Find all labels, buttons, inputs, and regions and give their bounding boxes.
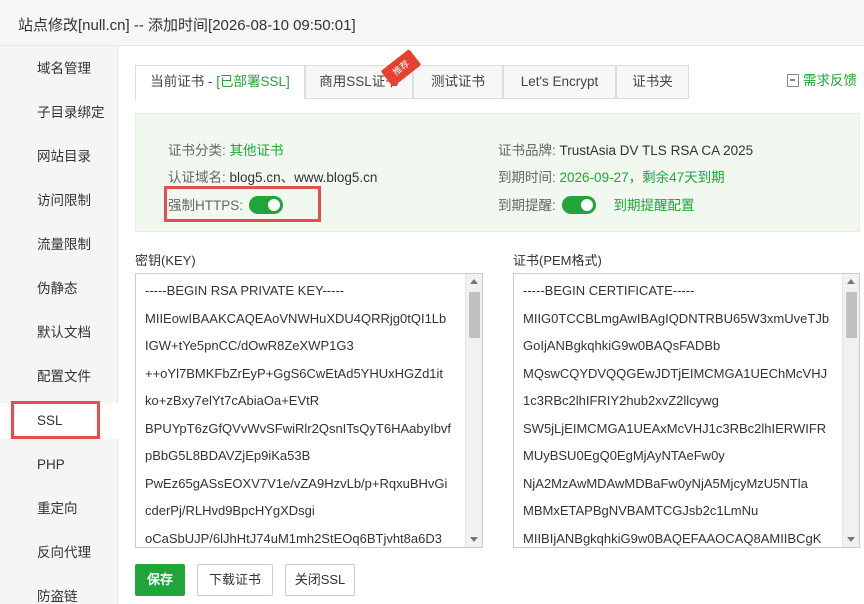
key-line: IGW+tYe5pnCC/dOwR8ZeXWP1G3: [145, 338, 354, 353]
sidebar: 域名管理 子目录绑定 网站目录 访问限制 流量限制 伪静态 默认文档 配置文件 …: [0, 46, 118, 604]
key-scrollbar[interactable]: [465, 274, 482, 547]
key-line: MIIEowIBAAKCAQEAoVNWHuXDU4QRRjg0tQI1Lb: [145, 310, 447, 326]
sidebar-item-site-dir[interactable]: 网站目录: [0, 139, 118, 175]
expire-remind-toggle[interactable]: [561, 196, 596, 214]
force-https-highlight-box: [164, 186, 321, 222]
cert-expire-label: 到期时间:: [498, 170, 556, 185]
cert-label: 证书(PEM格式): [513, 253, 602, 268]
key-label: 密钥(KEY): [135, 253, 196, 268]
cert-line: MBMxETAPBgNVBAMTCGJsb2c1LmNu: [523, 503, 759, 518]
ssl-highlight-box: [11, 401, 100, 439]
tab-current-cert-status: [已部署SSL]: [216, 74, 290, 89]
sidebar-item-rewrite[interactable]: 伪静态: [0, 271, 118, 307]
cert-brand: 证书品牌: TrustAsia DV TLS RSA CA 2025: [498, 139, 753, 159]
cert-category: 证书分类: 其他证书: [168, 139, 284, 159]
cert-line: SW5jLjEIMCMGA1UEAxMcVHJ1c3RBc2lhIERWIFR: [523, 420, 827, 436]
feedback-label: 需求反馈: [803, 73, 857, 88]
sidebar-item-traffic-limit[interactable]: 流量限制: [0, 227, 118, 263]
cert-expire: 到期时间: 2026-09-27，剩余47天到期: [498, 166, 725, 186]
cert-expire-value: 2026-09-27，剩余47天到期: [559, 170, 725, 185]
sidebar-item-redirect[interactable]: 重定向: [0, 491, 118, 527]
cert-brand-label: 证书品牌:: [498, 143, 556, 158]
cert-line: 1c3RBc2lhIFRIY2hub2xvZ2llcywg: [523, 393, 719, 408]
cert-line: GoIjANBgkqhkiG9w0BAQsFADBb: [523, 338, 721, 353]
tab-current-cert[interactable]: 当前证书 - [已部署SSL]: [135, 65, 305, 100]
sidebar-item-reverse-proxy[interactable]: 反向代理: [0, 535, 118, 571]
expire-remind: 到期提醒: 到期提醒配置: [498, 194, 695, 214]
key-textarea[interactable]: -----BEGIN RSA PRIVATE KEY----- MIIEowIB…: [135, 273, 483, 548]
cert-category-value: 其他证书: [229, 143, 284, 158]
window-title: 站点修改[null.cn] -- 添加时间[2026-08-10 09:50:0…: [18, 17, 356, 34]
sidebar-item-domain[interactable]: 域名管理: [0, 51, 118, 87]
scroll-up-icon[interactable]: [847, 279, 855, 284]
cert-domains: 认证域名: blog5.cn、www.blog5.cn: [168, 166, 377, 186]
expire-remind-config-link[interactable]: 到期提醒配置: [614, 198, 695, 213]
expire-remind-label: 到期提醒:: [498, 198, 556, 213]
cert-domains-value: blog5.cn、www.blog5.cn: [229, 170, 378, 185]
sidebar-item-default-doc[interactable]: 默认文档: [0, 315, 118, 351]
sidebar-item-php[interactable]: PHP: [0, 447, 118, 483]
edit-icon: [787, 74, 799, 87]
sidebar-item-subdir[interactable]: 子目录绑定: [0, 95, 118, 131]
cert-scrollbar-thumb[interactable]: [846, 292, 857, 338]
cert-scrollbar[interactable]: [842, 274, 859, 547]
tab-cert-folder[interactable]: 证书夹: [616, 65, 689, 99]
sidebar-item-hotlink[interactable]: 防盗链: [0, 579, 118, 604]
key-line: -----BEGIN RSA PRIVATE KEY-----: [145, 283, 345, 298]
key-line: ko+zBxy7elYt7cAbiaOa+EVtR: [145, 393, 320, 408]
tab-current-cert-label: 当前证书 -: [150, 74, 217, 89]
scroll-down-icon[interactable]: [847, 537, 855, 542]
cert-line: MQswCQYDVQQGEwJDTjEIMCMGA1UEChMcVHJ: [523, 365, 828, 381]
scroll-down-icon[interactable]: [470, 537, 478, 542]
key-line: BPUYpT6zGfQVvWvSFwiRlr2QsnITsQyT6HAabyIb…: [145, 420, 452, 436]
cert-brand-value: TrustAsia DV TLS RSA CA 2025: [559, 143, 754, 158]
cert-line: -----BEGIN CERTIFICATE-----: [523, 283, 695, 298]
scroll-up-icon[interactable]: [470, 279, 478, 284]
cert-category-label: 证书分类:: [168, 143, 226, 158]
key-line: PwEz65gASsEOXV7V1e/vZA9HzvLb/p+RqxuBHvGi: [145, 475, 448, 491]
cert-domains-label: 认证域名:: [168, 170, 226, 185]
feedback-link[interactable]: 需求反馈: [787, 69, 857, 89]
tab-lets-encrypt[interactable]: Let's Encrypt: [503, 65, 616, 99]
cert-line: NjA2MzAwMDAwMDBaFw0yNjA5MjcyMzU5NTla: [523, 475, 808, 491]
cert-line: MIIG0TCCBLmgAwIBAgIQDNTRBU65W3xmUveTJb: [523, 310, 830, 326]
key-line: ++oYl7BMKFbZrEyP+GgS6CwEtAd5YHUxHGZd1it: [145, 365, 444, 381]
cert-textarea[interactable]: -----BEGIN CERTIFICATE----- MIIG0TCCBLmg…: [513, 273, 860, 548]
key-line: cderPj/RLHvd9BpcHYgXDsgi: [145, 503, 315, 518]
save-button[interactable]: 保存: [135, 564, 185, 596]
sidebar-item-access-limit[interactable]: 访问限制: [0, 183, 118, 219]
cert-line: MIIBIjANBgkqhkiG9w0BAQEFAAOCAQ8AMIIBCgK: [523, 530, 822, 546]
cert-line: MUyBSU0EgQ0EgMjAyNTAeFw0y: [523, 448, 725, 463]
download-cert-button[interactable]: 下载证书: [197, 564, 273, 596]
key-line: pBbG5L8BDAVZjEp9iKa53B: [145, 448, 311, 463]
key-scrollbar-thumb[interactable]: [469, 292, 480, 338]
close-ssl-button[interactable]: 关闭SSL: [285, 564, 355, 596]
tab-test-cert[interactable]: 测试证书: [413, 65, 503, 99]
title-bar: 站点修改[null.cn] -- 添加时间[2026-08-10 09:50:0…: [0, 0, 864, 46]
key-line: oCaSbUJP/6lJhHtJ74uM1mh2StEOq6BTjvht8a6D…: [145, 530, 442, 546]
sidebar-item-config[interactable]: 配置文件: [0, 359, 118, 395]
